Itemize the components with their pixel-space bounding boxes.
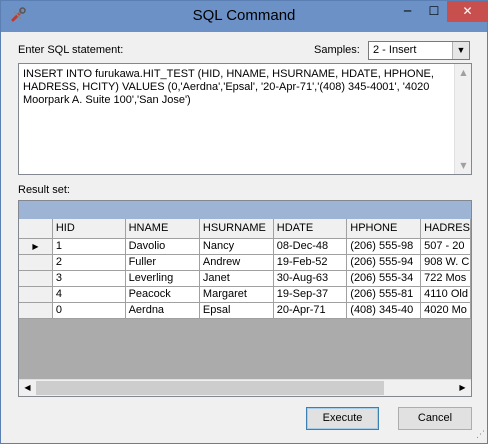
- current-row-indicator-icon[interactable]: ▶: [19, 238, 53, 255]
- table-cell[interactable]: Margaret: [199, 286, 274, 303]
- table-cell[interactable]: Peacock: [125, 286, 200, 303]
- table-cell[interactable]: 4110 Old: [420, 286, 471, 303]
- sql-statement-textarea[interactable]: INSERT INTO furukawa.HIT_TEST (HID, HNAM…: [18, 63, 472, 175]
- table-cell[interactable]: Nancy: [199, 238, 274, 255]
- grid-horizontal-scrollbar[interactable]: ◀ ▶: [19, 379, 471, 396]
- table-row[interactable]: 2 Fuller Andrew 19-Feb-52 (206) 555-94 9…: [19, 254, 471, 271]
- column-header[interactable]: HSURNAME: [199, 219, 274, 239]
- row-header-corner[interactable]: [19, 219, 53, 239]
- row-header[interactable]: [19, 254, 53, 271]
- samples-dropdown[interactable]: 2 - Insert ▼: [368, 41, 470, 60]
- sql-vertical-scrollbar[interactable]: ▲ ▼: [454, 64, 471, 174]
- row-header[interactable]: [19, 302, 53, 319]
- scroll-thumb[interactable]: [36, 381, 384, 395]
- table-cell[interactable]: 722 Mos: [420, 270, 471, 287]
- table-cell[interactable]: 08-Dec-48: [273, 238, 348, 255]
- execute-button[interactable]: Execute: [306, 407, 379, 430]
- samples-selected-value: 2 - Insert: [373, 44, 417, 56]
- scroll-right-icon[interactable]: ▶: [454, 380, 471, 396]
- sql-statement-label: Enter SQL statement:: [18, 44, 124, 56]
- row-header[interactable]: [19, 270, 53, 287]
- table-cell[interactable]: (206) 555-81: [346, 286, 422, 303]
- table-cell[interactable]: Aerdna: [125, 302, 200, 319]
- table-cell[interactable]: (206) 555-98: [346, 238, 422, 255]
- cancel-button[interactable]: Cancel: [398, 407, 472, 430]
- column-header[interactable]: HPHONE: [346, 219, 422, 239]
- samples-label: Samples:: [314, 44, 360, 56]
- table-cell[interactable]: 30-Aug-63: [273, 270, 348, 287]
- header-row: HID HNAME HSURNAME HDATE HPHONE HADRES: [19, 219, 471, 239]
- scroll-down-icon[interactable]: ▼: [455, 157, 472, 174]
- table-cell[interactable]: 1: [52, 238, 126, 255]
- table-cell[interactable]: Janet: [199, 270, 274, 287]
- table-cell[interactable]: Epsal: [199, 302, 274, 319]
- close-button[interactable]: ✕: [447, 1, 488, 22]
- table-row[interactable]: 3 Leverling Janet 30-Aug-63 (206) 555-34…: [19, 270, 471, 287]
- grid-caption-bar: [19, 201, 471, 219]
- table-row[interactable]: 4 Peacock Margaret 19-Sep-37 (206) 555-8…: [19, 286, 471, 303]
- result-table[interactable]: HID HNAME HSURNAME HDATE HPHONE HADRES ▶…: [19, 219, 471, 319]
- result-set-label: Result set:: [18, 184, 70, 196]
- table-cell[interactable]: Fuller: [125, 254, 200, 271]
- table-cell[interactable]: (206) 555-94: [346, 254, 422, 271]
- column-header[interactable]: HID: [52, 219, 126, 239]
- table-cell[interactable]: 19-Feb-52: [273, 254, 348, 271]
- table-cell[interactable]: 4: [52, 286, 126, 303]
- table-cell[interactable]: 3: [52, 270, 126, 287]
- table-cell[interactable]: 20-Apr-71: [273, 302, 348, 319]
- table-cell[interactable]: 4020 Mo: [420, 302, 471, 319]
- minimize-button[interactable]: ─: [394, 1, 421, 22]
- table-cell[interactable]: (206) 555-34: [346, 270, 422, 287]
- scroll-left-icon[interactable]: ◀: [19, 380, 36, 396]
- maximize-button[interactable]: ☐: [421, 1, 447, 22]
- column-header[interactable]: HNAME: [125, 219, 200, 239]
- table-row[interactable]: ▶ 1 Davolio Nancy 08-Dec-48 (206) 555-98…: [19, 238, 471, 255]
- resize-grip-icon[interactable]: ⋰: [473, 429, 485, 441]
- table-cell[interactable]: 2: [52, 254, 126, 271]
- table-cell[interactable]: 19-Sep-37: [273, 286, 348, 303]
- title-bar[interactable]: SQL Command ─ ☐ ✕: [1, 1, 488, 32]
- column-header[interactable]: HADRES: [420, 219, 471, 239]
- table-cell[interactable]: (408) 345-40: [346, 302, 422, 319]
- table-cell[interactable]: Davolio: [125, 238, 200, 255]
- scroll-up-icon[interactable]: ▲: [455, 64, 472, 81]
- row-header[interactable]: [19, 286, 53, 303]
- column-header[interactable]: HDATE: [273, 219, 348, 239]
- table-cell[interactable]: Leverling: [125, 270, 200, 287]
- table-cell[interactable]: 507 - 20: [420, 238, 471, 255]
- table-cell[interactable]: 908 W. C: [420, 254, 471, 271]
- result-grid[interactable]: HID HNAME HSURNAME HDATE HPHONE HADRES ▶…: [18, 200, 472, 397]
- table-cell[interactable]: Andrew: [199, 254, 274, 271]
- table-row[interactable]: 0 Aerdna Epsal 20-Apr-71 (408) 345-40 40…: [19, 302, 471, 319]
- table-cell[interactable]: 0: [52, 302, 126, 319]
- sql-command-window: SQL Command ─ ☐ ✕ Enter SQL statement: S…: [0, 0, 488, 444]
- chevron-down-icon[interactable]: ▼: [452, 42, 469, 59]
- sql-statement-text[interactable]: INSERT INTO furukawa.HIT_TEST (HID, HNAM…: [23, 68, 441, 107]
